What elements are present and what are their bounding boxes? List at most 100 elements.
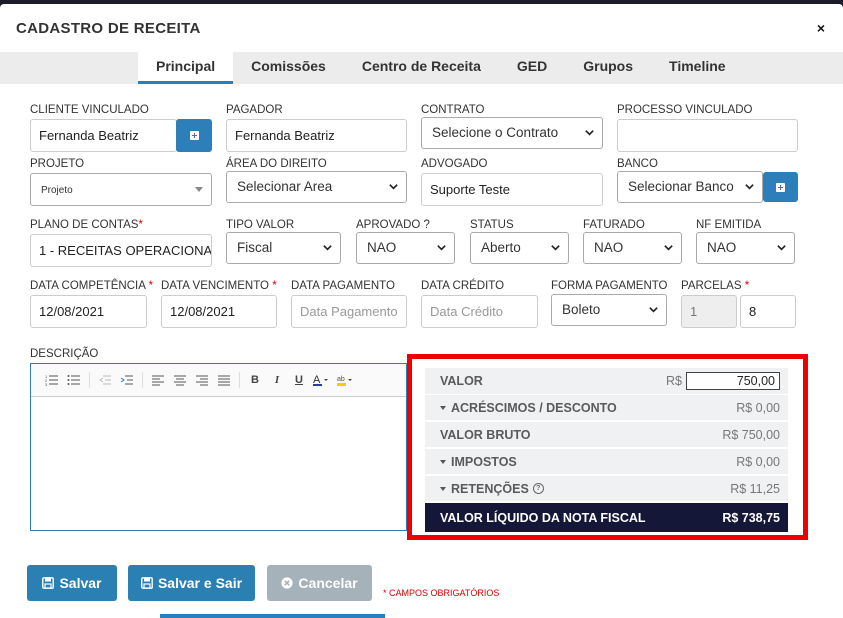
valor-row: VALOR R$ 750,00 <box>425 368 788 395</box>
chevron-down-icon <box>323 245 332 251</box>
credito-label: DATA CRÉDITO <box>421 280 505 292</box>
area-select[interactable]: Selecionar Area <box>226 171 407 203</box>
parcelas-total-input[interactable]: 8 <box>740 295 796 328</box>
align-center-icon[interactable] <box>169 370 191 390</box>
credito-input[interactable]: Data Crédito <box>421 295 538 328</box>
acrescimos-row[interactable]: ACRÉSCIMOS / DESCONTO R$ 0,00 <box>425 395 788 421</box>
underline-icon[interactable]: U <box>288 370 310 390</box>
faturado-select[interactable]: NAO <box>583 232 682 264</box>
salvar-e-sair-label: Salvar e Sair <box>157 575 243 591</box>
valor-label: VALOR <box>440 374 483 388</box>
tab-bar: Principal Comissões Centro de Receita GE… <box>0 52 843 84</box>
add-banco-button[interactable] <box>763 172 798 202</box>
save-icon <box>42 577 55 589</box>
chevron-down-icon <box>389 184 398 190</box>
liquido-label: VALOR LÍQUIDO DA NOTA FISCAL <box>440 510 646 525</box>
processo-label: PROCESSO VINCULADO <box>617 104 753 116</box>
tab-timeline[interactable]: Timeline <box>651 52 744 84</box>
outdent-icon[interactable] <box>94 370 116 390</box>
indent-icon[interactable] <box>116 370 138 390</box>
banco-select[interactable]: Selecionar Banco <box>617 171 763 203</box>
tipo-valor-select[interactable]: Fiscal <box>226 232 341 264</box>
descricao-editor[interactable]: 123 B I U A ab <box>30 363 407 531</box>
area-value: Selecionar Area <box>237 179 333 194</box>
pagador-input[interactable]: Fernanda Beatriz <box>226 119 407 152</box>
pagamento-input[interactable]: Data Pagamento <box>291 295 407 328</box>
status-label: STATUS <box>470 219 514 231</box>
status-select[interactable]: Aberto <box>470 232 569 264</box>
align-left-icon[interactable] <box>147 370 169 390</box>
acrescimos-label: ACRÉSCIMOS / DESCONTO <box>451 400 617 415</box>
ordered-list-icon[interactable]: 123 <box>41 370 63 390</box>
tab-grupos[interactable]: Grupos <box>565 52 651 84</box>
forma-label: FORMA PAGAMENTO <box>551 280 668 292</box>
liquido-row: VALOR LÍQUIDO DA NOTA FISCAL R$ 738,75 <box>425 503 788 533</box>
caret-down-icon <box>440 405 446 410</box>
valor-input[interactable]: 750,00 <box>686 372 780 390</box>
plus-square-icon <box>776 182 785 192</box>
cancelar-button[interactable]: Cancelar <box>267 565 372 601</box>
processo-input[interactable] <box>617 119 798 152</box>
italic-icon[interactable]: I <box>266 370 288 390</box>
tipo-valor-value: Fiscal <box>237 240 273 255</box>
contrato-select[interactable]: Selecione o Contrato <box>421 117 603 149</box>
bullet-list-icon[interactable] <box>63 370 85 390</box>
contrato-label: CONTRATO <box>421 104 485 116</box>
modal-header: CADASTRO DE RECEITA × <box>0 4 843 52</box>
banco-value: Selecionar Banco <box>628 179 734 194</box>
font-color-icon[interactable]: A <box>310 370 334 390</box>
valores-summary-panel: VALOR R$ 750,00 ACRÉSCIMOS / DESCONTO R$… <box>407 354 808 540</box>
projeto-select[interactable]: Projeto <box>30 173 212 206</box>
caret-down-icon <box>440 459 446 464</box>
impostos-label: IMPOSTOS <box>451 454 517 469</box>
advogado-input[interactable]: Suporte Teste <box>421 173 603 206</box>
highlight-color-icon[interactable]: ab <box>334 370 358 390</box>
chevron-down-icon <box>437 245 446 251</box>
chevron-down-icon <box>551 245 560 251</box>
advogado-label: ADVOGADO <box>421 158 488 170</box>
bold-icon[interactable]: B <box>244 370 266 390</box>
align-justify-icon[interactable] <box>213 370 235 390</box>
forma-select[interactable]: Boleto <box>551 294 667 326</box>
contrato-value: Selecione o Contrato <box>432 125 559 140</box>
salvar-e-sair-button[interactable]: Salvar e Sair <box>128 565 255 601</box>
save-icon <box>141 577 153 589</box>
align-right-icon[interactable] <box>191 370 213 390</box>
projeto-value: Projeto <box>41 185 73 196</box>
required-fields-note: * CAMPOS OBRIGATÓRIOS <box>383 588 500 598</box>
tab-comissoes[interactable]: Comissões <box>233 52 344 84</box>
nf-label: NF EMITIDA <box>696 219 762 231</box>
salvar-button[interactable]: Salvar <box>27 565 117 601</box>
retencoes-row[interactable]: RETENÇÕES? R$ 11,25 <box>425 476 788 502</box>
faturado-label: FATURADO <box>583 219 645 231</box>
vencimento-input[interactable]: 12/08/2021 <box>161 295 277 328</box>
add-cliente-button[interactable] <box>176 119 212 152</box>
competencia-input[interactable]: 12/08/2021 <box>30 295 147 328</box>
cancel-circle-icon <box>281 577 294 589</box>
chevron-down-icon <box>649 307 658 313</box>
area-label: ÁREA DO DIREITO <box>226 158 327 170</box>
aprovado-value: NAO <box>367 240 397 255</box>
modal-title: CADASTRO DE RECEITA <box>16 19 201 37</box>
aprovado-label: APROVADO ? <box>356 219 430 231</box>
chevron-down-icon <box>664 245 673 251</box>
background-page-strip <box>0 604 843 618</box>
close-icon[interactable]: × <box>817 20 825 36</box>
forma-value: Boleto <box>562 302 601 317</box>
chevron-down-icon <box>585 130 594 136</box>
cliente-input[interactable]: Fernanda Beatriz <box>30 119 177 152</box>
tab-ged[interactable]: GED <box>499 52 565 84</box>
tab-principal[interactable]: Principal <box>138 52 234 84</box>
tab-centro-de-receita[interactable]: Centro de Receita <box>344 52 499 84</box>
help-icon[interactable]: ? <box>532 483 544 494</box>
aprovado-select[interactable]: NAO <box>356 232 455 264</box>
toolbar-divider <box>142 372 143 388</box>
banco-label: BANCO <box>617 158 658 170</box>
plano-input[interactable]: 1 - RECEITAS OPERACIONAIS <box>30 234 212 267</box>
toolbar-divider <box>89 372 90 388</box>
nf-value: NAO <box>707 240 737 255</box>
vencimento-label: DATA VENCIMENTO * <box>161 280 277 292</box>
descricao-label: DESCRIÇÃO <box>30 348 99 360</box>
impostos-row[interactable]: IMPOSTOS R$ 0,00 <box>425 449 788 475</box>
nf-select[interactable]: NAO <box>696 232 795 264</box>
